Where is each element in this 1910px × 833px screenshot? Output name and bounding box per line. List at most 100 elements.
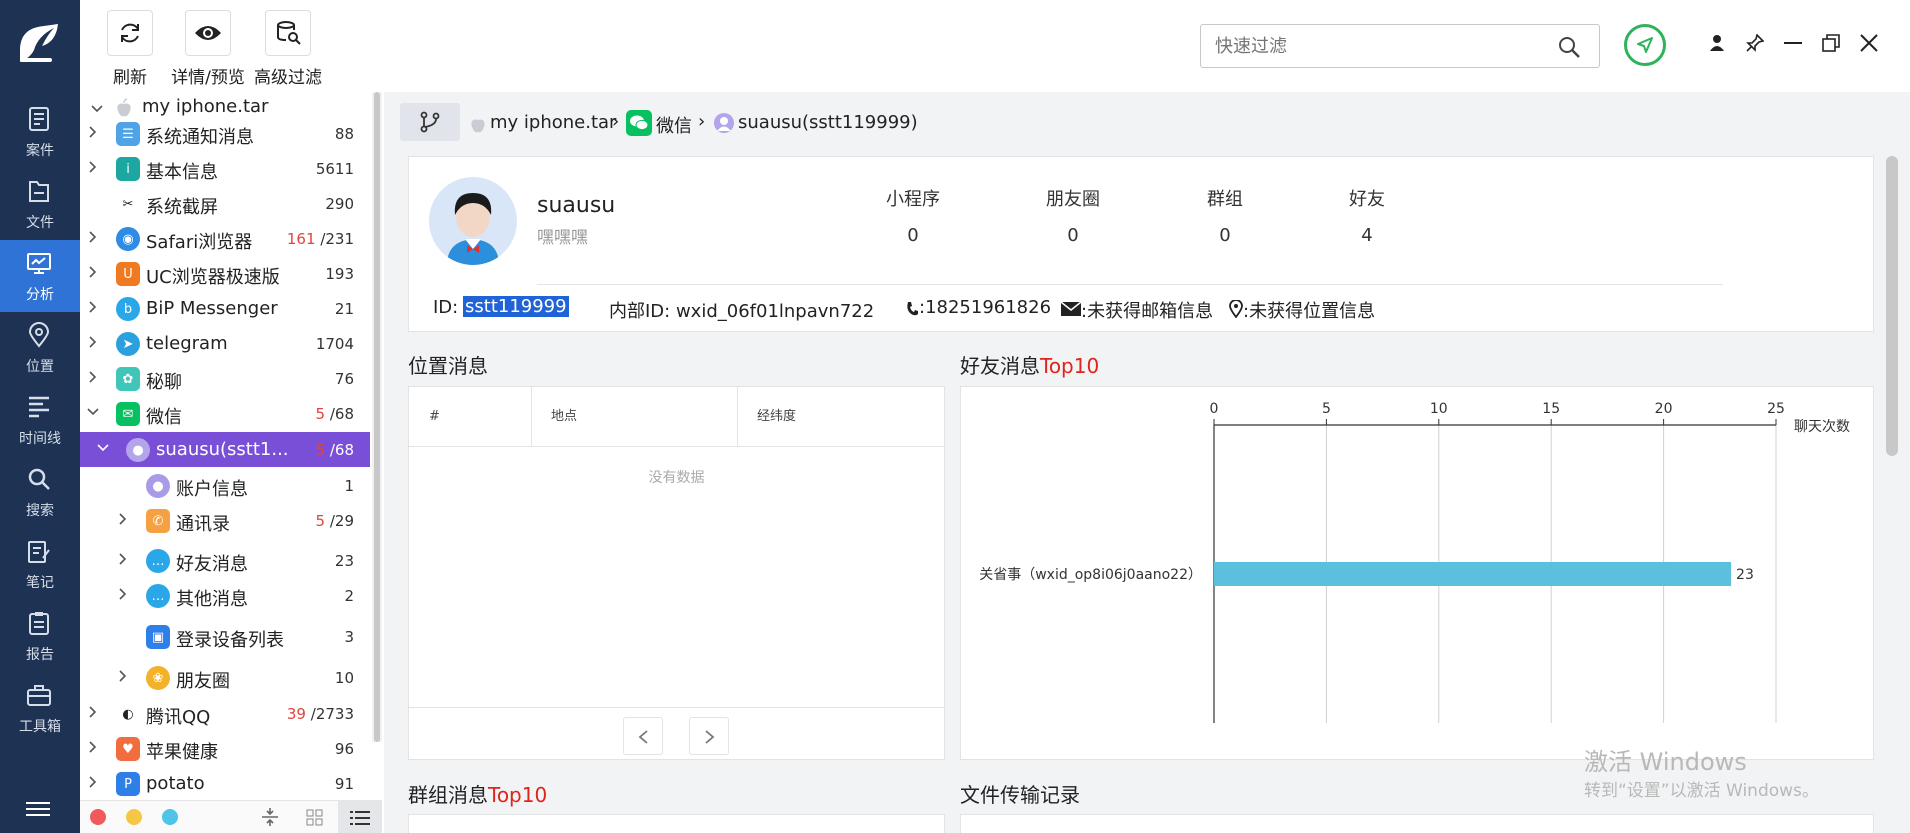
stat-value[interactable]: 0 <box>1013 225 1133 246</box>
tree-item[interactable]: i 基本信息 5611 <box>80 151 370 186</box>
tree-item[interactable]: b BiP Messenger 21 <box>80 291 370 326</box>
tree-item[interactable]: ➤ telegram 1704 <box>80 326 370 361</box>
chevron-right-icon[interactable] <box>86 160 100 174</box>
chevron-down-icon[interactable] <box>86 405 100 419</box>
chevron-right-icon[interactable] <box>86 265 100 279</box>
nav-item-search[interactable]: 搜索 <box>0 456 80 528</box>
tree-item-count-total: 3 <box>344 628 354 646</box>
nav-item-case[interactable]: 案件 <box>0 96 80 168</box>
chevron-right-icon[interactable] <box>86 300 100 314</box>
tree-scrollbar[interactable] <box>372 92 382 742</box>
tree-item[interactable]: ✂ 系统截屏 290 <box>80 186 370 221</box>
refresh-label: 刷新 <box>113 68 147 88</box>
stat-value[interactable]: 4 <box>1307 225 1427 246</box>
chevron-right-icon[interactable] <box>86 230 100 244</box>
tree-item[interactable]: ◐ 腾讯QQ 39 /2733 <box>80 696 370 731</box>
tree-item-count: 2 <box>344 587 354 605</box>
blue-dot-filter[interactable] <box>162 809 178 825</box>
advanced-filter-button[interactable]: 高级过滤 <box>252 10 324 88</box>
user-icon[interactable] <box>1708 34 1726 52</box>
nav-item-location[interactable]: 位置 <box>0 312 80 384</box>
close-icon[interactable] <box>1860 34 1878 52</box>
internal-id: 内部ID: wxid_06f01lnpavn722 <box>609 301 875 322</box>
chat-bubble-icon: … <box>146 584 170 608</box>
chevron-right-icon[interactable] <box>86 335 100 349</box>
tree-item[interactable]: ♥ 苹果健康 96 <box>80 731 370 766</box>
tree-item-count: 88 <box>335 125 354 143</box>
tree-item[interactable]: … 好友消息 23 <box>80 543 370 578</box>
tree-item[interactable]: ☰ 系统通知消息 88 <box>80 116 370 151</box>
branch-button[interactable] <box>400 103 460 141</box>
search-icon <box>28 468 50 490</box>
collapse-icon[interactable] <box>260 807 280 827</box>
tree-item-count: 5611 <box>316 160 354 178</box>
tree-item[interactable]: U UC浏览器极速版 193 <box>80 256 370 291</box>
chevron-down-icon[interactable] <box>90 102 104 116</box>
content-scrollbar[interactable] <box>1886 156 1898 456</box>
tree-item-label: UC浏览器极速版 <box>146 267 280 288</box>
nav-item-timeline[interactable]: 时间线 <box>0 384 80 456</box>
yellow-dot-filter[interactable] <box>126 809 142 825</box>
refresh-button[interactable]: 刷新 <box>106 10 154 88</box>
tree-item[interactable]: ✉ 微信 5 /68 <box>80 396 370 431</box>
stat-value[interactable]: 0 <box>853 225 973 246</box>
list-view-icon <box>350 811 370 825</box>
next-page-button[interactable] <box>689 717 729 755</box>
tree-item[interactable]: ● 账户信息 1 <box>80 468 370 503</box>
minimize-icon[interactable] <box>1784 42 1802 46</box>
details-preview-button[interactable]: 详情/预览 <box>168 10 248 88</box>
chevron-right-icon[interactable] <box>116 669 130 683</box>
id-value[interactable]: sstt119999 <box>463 296 569 317</box>
chevron-right-icon[interactable] <box>86 370 100 384</box>
column-header[interactable]: # <box>429 387 440 447</box>
column-header[interactable]: 经纬度 <box>757 387 796 447</box>
breadcrumb-root[interactable]: my iphone.tar <box>490 112 616 133</box>
stat-value[interactable]: 0 <box>1165 225 1285 246</box>
tree-item-label: 朋友圈 <box>176 671 230 692</box>
nav-item-analysis[interactable]: 分析 <box>0 240 80 312</box>
nav-item-toolbox[interactable]: 工具箱 <box>0 672 80 744</box>
tree-item[interactable]: ◉ Safari浏览器 161 /231 <box>80 221 370 256</box>
tree-item[interactable]: Ppotato 91 <box>80 766 370 800</box>
chevron-down-icon[interactable] <box>96 441 110 455</box>
menu-icon[interactable] <box>26 800 52 820</box>
breadcrumb-app[interactable]: 微信 <box>656 112 692 138</box>
chevron-right-icon[interactable] <box>116 587 130 601</box>
contacts-icon: ✆ <box>146 509 170 533</box>
nav-item-file[interactable]: 文件 <box>0 168 80 240</box>
screenshot-icon: ✂ <box>116 192 140 216</box>
nav-item-report[interactable]: 报告 <box>0 600 80 672</box>
tree-item[interactable]: ✆ 通讯录 5 /29 <box>80 503 370 538</box>
tree-item[interactable]: ● suausu(sstt1... 5 /68 <box>80 432 370 467</box>
prev-page-button[interactable] <box>623 717 663 755</box>
grid-view-icon[interactable] <box>306 809 324 827</box>
nav-item-note[interactable]: 笔记 <box>0 528 80 600</box>
red-dot-filter[interactable] <box>90 809 106 825</box>
chevron-right-icon[interactable] <box>86 775 100 789</box>
chevron-right-icon[interactable] <box>86 125 100 139</box>
column-header[interactable]: 地点 <box>551 387 577 447</box>
quick-filter-input[interactable] <box>1201 25 1551 67</box>
send-button[interactable] <box>1624 24 1666 66</box>
tree-item[interactable]: ▣ 登录设备列表 3 <box>80 619 370 654</box>
restore-icon[interactable] <box>1822 34 1840 52</box>
chevron-right-icon[interactable] <box>116 512 130 526</box>
breadcrumb-account[interactable]: suausu(sstt119999) <box>738 112 918 133</box>
list-view-button[interactable] <box>338 801 382 833</box>
chevron-right-icon[interactable] <box>116 552 130 566</box>
x-tick-label: 10 <box>1430 401 1448 417</box>
tree-item-label: 通讯录 <box>176 514 230 535</box>
chevron-right-icon <box>705 730 715 744</box>
search-icon[interactable] <box>1557 35 1581 59</box>
chevron-right-icon[interactable] <box>86 740 100 754</box>
tree-item-count-total: 23 <box>334 552 354 570</box>
group-title-text: 群组消息 <box>408 783 488 807</box>
pin-icon[interactable] <box>1746 34 1764 52</box>
tree-item[interactable]: … 其他消息 2 <box>80 578 370 613</box>
chevron-right-icon[interactable] <box>86 705 100 719</box>
tree-item-count: 23 <box>335 552 354 570</box>
tree-item[interactable]: ❀ 朋友圈 10 <box>80 660 370 695</box>
qq-icon: ◐ <box>116 702 140 726</box>
tree-item[interactable]: ✿ 秘聊 76 <box>80 361 370 396</box>
group-top10-panel <box>408 814 945 833</box>
